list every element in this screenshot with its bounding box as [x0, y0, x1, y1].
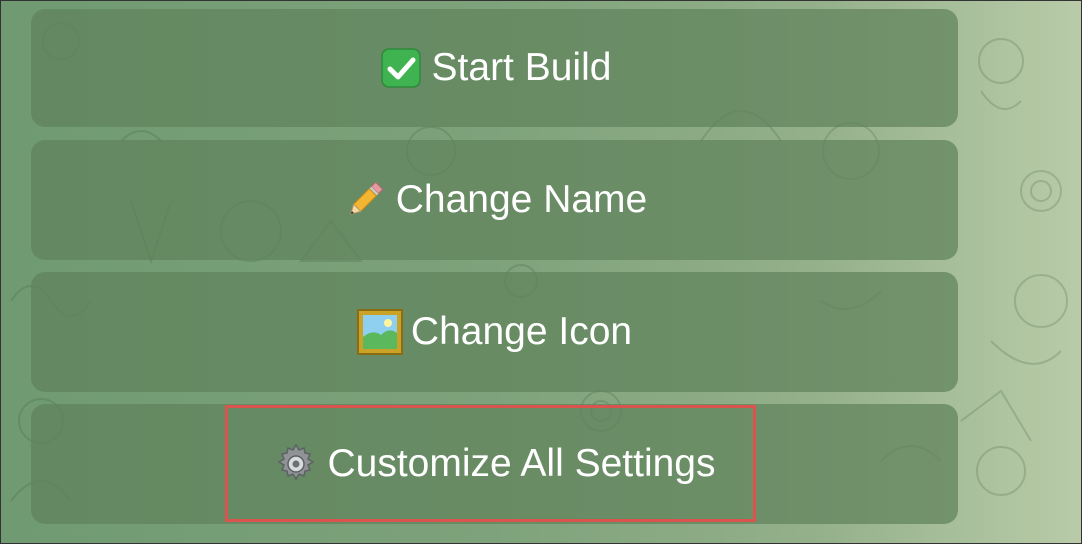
- chat-window: Start Build Change Name Change Icon Cust…: [0, 0, 1082, 544]
- change-name-label: Change Name: [395, 178, 648, 221]
- start-build-label: Start Build: [431, 46, 612, 89]
- check-mark-icon: [378, 45, 424, 91]
- framed-picture-icon: [356, 309, 403, 355]
- change-icon-button[interactable]: Change Icon: [31, 272, 958, 392]
- customize-all-settings-label: Customize All Settings: [327, 442, 716, 485]
- customize-all-settings-button[interactable]: Customize All Settings: [31, 404, 958, 524]
- pencil-icon: [342, 177, 388, 223]
- start-build-button[interactable]: Start Build: [31, 9, 958, 127]
- change-name-button[interactable]: Change Name: [31, 140, 958, 260]
- gear-icon: [273, 441, 319, 487]
- change-icon-label: Change Icon: [410, 310, 633, 353]
